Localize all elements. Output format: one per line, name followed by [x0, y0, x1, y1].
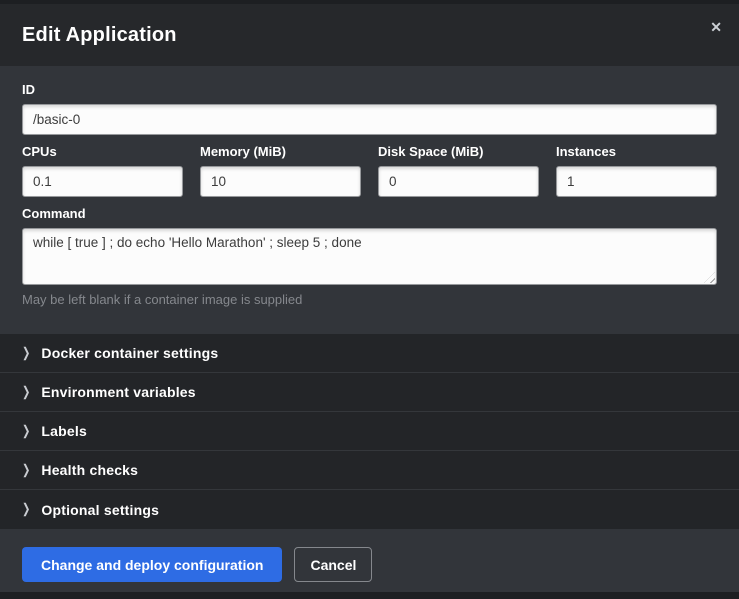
change-and-deploy-button[interactable]: Change and deploy configuration — [22, 547, 282, 582]
cpus-input[interactable] — [22, 166, 183, 197]
section-optional-settings[interactable]: ❯ Optional settings — [0, 490, 739, 529]
memory-label: Memory (MiB) — [200, 144, 361, 159]
disk-field-group: Disk Space (MiB) — [378, 135, 539, 197]
cancel-button[interactable]: Cancel — [294, 547, 372, 582]
chevron-right-icon: ❯ — [22, 346, 30, 361]
section-label: Optional settings — [41, 502, 159, 518]
collapsible-sections: ❯ Docker container settings ❯ Environmen… — [0, 334, 739, 529]
section-health-checks[interactable]: ❯ Health checks — [0, 451, 739, 490]
cpus-field-group: CPUs — [22, 135, 183, 197]
section-labels[interactable]: ❯ Labels — [0, 412, 739, 451]
section-label: Health checks — [41, 462, 138, 478]
section-label: Labels — [41, 423, 87, 439]
instances-label: Instances — [556, 144, 717, 159]
memory-field-group: Memory (MiB) — [200, 135, 361, 197]
chevron-right-icon: ❯ — [22, 502, 30, 517]
command-help-text: May be left blank if a container image i… — [22, 292, 717, 307]
section-docker-container-settings[interactable]: ❯ Docker container settings — [0, 334, 739, 373]
id-label: ID — [22, 82, 717, 97]
page-background-edge — [0, 592, 739, 599]
chevron-right-icon: ❯ — [22, 463, 30, 478]
chevron-right-icon: ❯ — [22, 385, 30, 400]
modal-footer: Change and deploy configuration Cancel — [0, 529, 739, 592]
section-label: Docker container settings — [41, 345, 218, 361]
resources-row: CPUs Memory (MiB) Disk Space (MiB) Insta… — [22, 135, 717, 197]
disk-input[interactable] — [378, 166, 539, 197]
disk-label: Disk Space (MiB) — [378, 144, 539, 159]
command-textarea-wrap: while [ true ] ; do echo 'Hello Marathon… — [22, 228, 717, 285]
application-form: ID CPUs Memory (MiB) Disk Space (MiB) In… — [0, 66, 739, 334]
instances-input[interactable] — [556, 166, 717, 197]
close-icon[interactable]: ✕ — [710, 20, 722, 34]
id-input[interactable] — [22, 104, 717, 135]
instances-field-group: Instances — [556, 135, 717, 197]
command-label: Command — [22, 206, 717, 221]
cpus-label: CPUs — [22, 144, 183, 159]
section-environment-variables[interactable]: ❯ Environment variables — [0, 373, 739, 412]
modal-title: Edit Application — [22, 24, 177, 47]
command-textarea[interactable]: while [ true ] ; do echo 'Hello Marathon… — [22, 228, 717, 285]
section-label: Environment variables — [41, 384, 195, 400]
modal-header: Edit Application ✕ — [0, 4, 739, 66]
memory-input[interactable] — [200, 166, 361, 197]
chevron-right-icon: ❯ — [22, 424, 30, 439]
edit-application-modal: Edit Application ✕ ID CPUs Memory (MiB) … — [0, 0, 739, 599]
